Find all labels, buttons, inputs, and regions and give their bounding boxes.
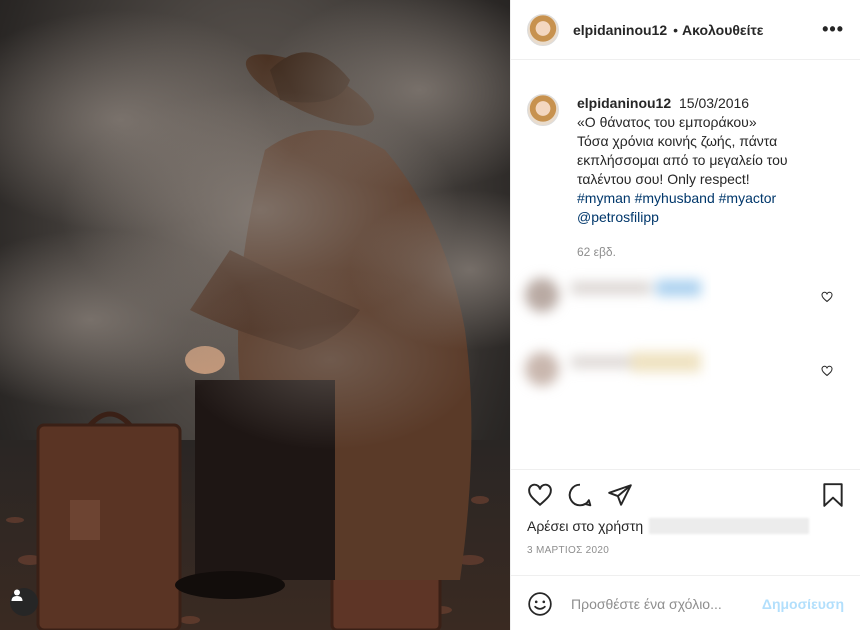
header-separator: • — [673, 21, 679, 38]
caption-body: elpidaninou12 15/03/2016 «Ο θάνατος του … — [577, 94, 829, 262]
header-username[interactable]: elpidaninou12 — [573, 22, 667, 38]
caption-mention: @petrosfilipp — [577, 208, 829, 227]
heart-icon — [528, 483, 552, 507]
comment-like-icon[interactable] — [821, 365, 833, 377]
blurred-username — [649, 518, 810, 534]
post-image[interactable] — [0, 0, 510, 630]
post-actions: Αρέσει στο χρήστη 3 ΜΑΡΤΙΟΣ 2020 Δημοσίε… — [511, 469, 860, 631]
post-details-panel: elpidaninou12 • Ακολουθείτε ••• elpidani… — [510, 0, 860, 630]
share-button[interactable] — [607, 482, 633, 508]
likes-prefix: Αρέσει στο χρήστη — [527, 518, 644, 534]
avatar[interactable] — [527, 13, 559, 46]
post-header: elpidaninou12 • Ακολουθείτε ••• — [511, 0, 860, 60]
post-caption: elpidaninou12 15/03/2016 «Ο θάνατος του … — [527, 94, 844, 262]
post-date: 3 ΜΑΡΤΙΟΣ 2020 — [527, 545, 610, 556]
share-icon — [608, 484, 632, 506]
hashtag-link[interactable]: #myman — [577, 190, 631, 206]
mention-link[interactable]: @petrosfilipp — [577, 209, 659, 225]
following-button[interactable]: Ακολουθείτε — [682, 22, 763, 38]
more-options-icon[interactable]: ••• — [822, 19, 844, 40]
comment-icon — [568, 483, 592, 507]
action-icons-row — [511, 470, 860, 508]
caption-date: 15/03/2016 — [679, 95, 750, 111]
comments-list — [511, 256, 711, 436]
emoji-icon[interactable] — [527, 591, 553, 617]
caption-title: «Ο θάνατος του εμποράκου» — [577, 114, 757, 130]
caption-text: Τόσα χρόνια κοινής ζωής, πάντα εκπλήσσομ… — [577, 133, 788, 187]
post-comment-button[interactable]: Δημοσίευση — [762, 596, 844, 612]
comment-like-icon[interactable] — [821, 291, 833, 303]
comment-input[interactable] — [569, 594, 762, 613]
caption-hashtags: #myman #myhusband #myactor — [577, 189, 829, 208]
blurred-comments — [511, 256, 711, 436]
like-button[interactable] — [527, 482, 553, 508]
post-photo-illustration — [0, 0, 510, 630]
comment-bar: Δημοσίευση — [511, 575, 860, 631]
person-icon — [11, 589, 23, 601]
caption-username[interactable]: elpidaninou12 — [577, 95, 671, 111]
bookmark-icon — [823, 483, 843, 507]
likes-line: Αρέσει στο χρήστη — [511, 508, 860, 534]
comment-button[interactable] — [567, 482, 593, 508]
hashtag-link[interactable]: #myactor — [719, 190, 777, 206]
tagged-users-button[interactable] — [10, 588, 38, 616]
hashtag-link[interactable]: #myhusband — [635, 190, 715, 206]
caption-avatar[interactable] — [527, 94, 559, 126]
save-button[interactable] — [820, 482, 846, 508]
